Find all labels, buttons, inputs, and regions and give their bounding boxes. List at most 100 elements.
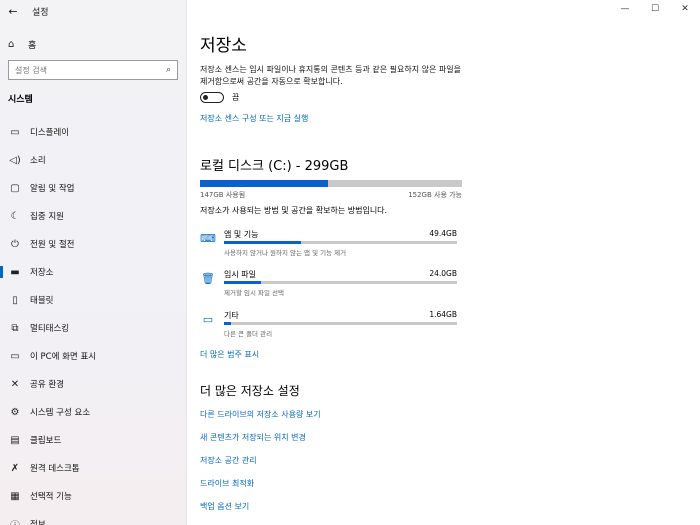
display-icon: ▭ [10,126,20,138]
info-icon: ⓘ [8,517,22,525]
category-bar-fill [224,322,231,325]
search-input[interactable] [15,65,145,75]
manage-storage-spaces-link[interactable]: 저장소 공간 관리 [200,455,321,478]
drive-icon: ▬ [10,266,20,278]
category-bar [224,322,457,325]
configure-storage-sense-link[interactable]: 저장소 센스 구성 또는 지금 실행 [200,113,308,124]
category-description: 제거할 임시 파일 선택 [224,289,285,297]
sidebar-item-system-components[interactable]: ⚙ 시스템 구성 요소 [0,398,186,426]
back-arrow-icon: ← [8,4,18,18]
folder-icon: ▭ [202,313,214,326]
speaker-icon: ◁) [9,154,21,166]
sidebar-item-sound[interactable]: ◁) 소리 [0,146,186,174]
category-size: 24.0GB [429,269,457,278]
category-description: 다른 큰 폴더 관리 [224,330,273,338]
backup-options-link[interactable]: 백업 옵션 보기 [200,501,321,524]
nav-home-label: 홈 [28,40,37,51]
sidebar-item-about[interactable]: ⓘ 정보 [0,510,186,525]
optimize-drives-link[interactable]: 드라이브 최적화 [200,478,321,501]
sidebar-item-label: 공유 환경 [30,380,64,390]
change-save-location-link[interactable]: 새 콘텐츠가 저장되는 위치 변경 [200,432,321,455]
category-name: 기타 [224,311,239,320]
category-size: 49.4GB [429,229,457,238]
more-settings-links: 다른 드라이브의 저장소 사용량 보기 새 콘텐츠가 저장되는 위치 변경 저장… [200,409,321,524]
category-bar [224,241,457,244]
sidebar-item-projecting[interactable]: ▭ 이 PC에 화면 표시 [0,342,186,370]
sidebar-item-power[interactable]: ⏻ 전원 및 절전 [0,230,186,258]
maximize-button[interactable]: ☐ [640,0,670,18]
home-icon: ⌂ [8,38,15,50]
sidebar-item-notifications[interactable]: ▢ 알림 및 작업 [0,174,186,202]
storage-sense-description: 저장소 센스는 임시 파일이나 휴지통의 콘텐츠 등과 같은 필요하지 않은 파… [200,65,461,86]
close-button[interactable]: ✕ [670,0,700,18]
disk-usage-fill [200,180,329,187]
sidebar-item-label: 소리 [30,156,46,166]
back-button[interactable]: ← [0,0,26,22]
keyboard-icon: ⌨ [200,232,216,245]
nav-home[interactable]: ⌂ 홈 [8,36,36,52]
minimize-button[interactable]: — [610,0,640,18]
sidebar-item-label: 집중 지원 [30,212,64,222]
sidebar-item-label: 이 PC에 화면 표시 [30,352,97,362]
window-controls: — ☐ ✕ [610,0,700,18]
storage-sense-toggle[interactable]: 끔 [200,92,239,103]
search-box[interactable]: ⌕ [8,60,178,80]
sidebar-item-label: 디스플레이 [30,128,70,138]
disk-usage-bar [200,180,462,187]
sidebar-item-label: 태블릿 [30,296,54,306]
available-label: 152GB 사용 가능 [408,191,462,199]
power-icon: ⏻ [11,238,19,250]
sidebar-item-remote-desktop[interactable]: ✗ 원격 데스크톱 [0,454,186,482]
category-bar-fill [224,241,301,244]
sidebar-item-display[interactable]: ▭ 디스플레이 [0,118,186,146]
notification-icon: ▢ [10,182,20,194]
category-other[interactable]: ▭ 기타 1.64GB 다른 큰 폴더 관리 [200,310,462,344]
category-size: 1.64GB [429,310,457,319]
sidebar-item-multitasking[interactable]: ⧉ 멀티태스킹 [0,314,186,342]
title-bar: ← 설정 [0,0,49,22]
sidebar-item-label: 클립보드 [30,436,62,446]
more-settings-heading: 더 많은 저장소 설정 [200,384,300,398]
sidebar-item-label: 전원 및 절전 [30,240,75,250]
category-temp-files[interactable]: 🗑 임시 파일 24.0GB 제거할 임시 파일 선택 [200,269,462,303]
toggle-switch[interactable] [200,92,224,103]
sidebar-item-storage[interactable]: ▬ 저장소 [0,258,186,286]
shared-experiences-icon: ✕ [10,378,20,390]
sidebar-item-clipboard[interactable]: ▤ 클립보드 [0,426,186,454]
usage-explanation: 저장소가 사용되는 방법 및 공간을 확보하는 방법입니다. [200,206,388,215]
tablet-icon: ▯ [12,294,18,306]
multitasking-icon: ⧉ [11,322,19,334]
sidebar-item-label: 알림 및 작업 [30,184,75,194]
sidebar-item-tablet[interactable]: ▯ 태블릿 [0,286,186,314]
nav-list: ▭ 디스플레이 ◁) 소리 ▢ 알림 및 작업 ☾ 집중 지원 ⏻ 전원 및 절전 ▬ 저장… [0,118,186,525]
clipboard-icon: ▤ [10,434,20,446]
category-bar [224,281,457,284]
category-apps[interactable]: ⌨ 앱 및 기능 49.4GB 사용하지 않거나 원하지 않는 앱 및 기능 제… [200,229,462,263]
sidebar: ← 설정 ⌂ 홈 ⌕ 시스템 ▭ 디스플레이 ◁) 소리 ▢ 알림 및 작업 ☾ 집중 … [0,0,187,525]
app-title: 설정 [32,7,49,18]
sidebar-item-label: 선택적 기능 [30,492,72,502]
show-more-categories-link[interactable]: 더 많은 범주 표시 [200,349,259,360]
optional-features-icon: ▦ [10,490,20,502]
trash-icon: 🗑 [201,272,215,285]
section-heading: 시스템 [8,95,33,105]
sidebar-item-shared-experiences[interactable]: ✕ 공유 환경 [0,370,186,398]
toggle-state-label: 끔 [232,93,240,102]
category-description: 사용하지 않거나 원하지 않는 앱 및 기능 제거 [224,249,347,257]
sidebar-item-label: 멀티태스킹 [30,324,70,334]
components-icon: ⚙ [10,406,20,418]
sidebar-item-focus-assist[interactable]: ☾ 집중 지원 [0,202,186,230]
sidebar-item-label: 시스템 구성 요소 [30,408,91,418]
other-drives-usage-link[interactable]: 다른 드라이브의 저장소 사용량 보기 [200,409,321,432]
disk-title: 로컬 디스크 (C:) - 299GB [200,159,349,174]
category-name: 앱 및 기능 [224,230,259,239]
sidebar-item-optional-features[interactable]: ▦ 선택적 기능 [0,482,186,510]
category-bar-fill [224,281,262,284]
sidebar-item-label: 저장소 [30,268,54,278]
page-title: 저장소 [200,36,247,56]
sidebar-item-label: 정보 [30,520,46,525]
moon-icon: ☾ [10,210,20,222]
remote-desktop-icon: ✗ [10,462,20,474]
search-icon[interactable]: ⌕ [166,65,171,75]
category-name: 임시 파일 [224,270,256,279]
